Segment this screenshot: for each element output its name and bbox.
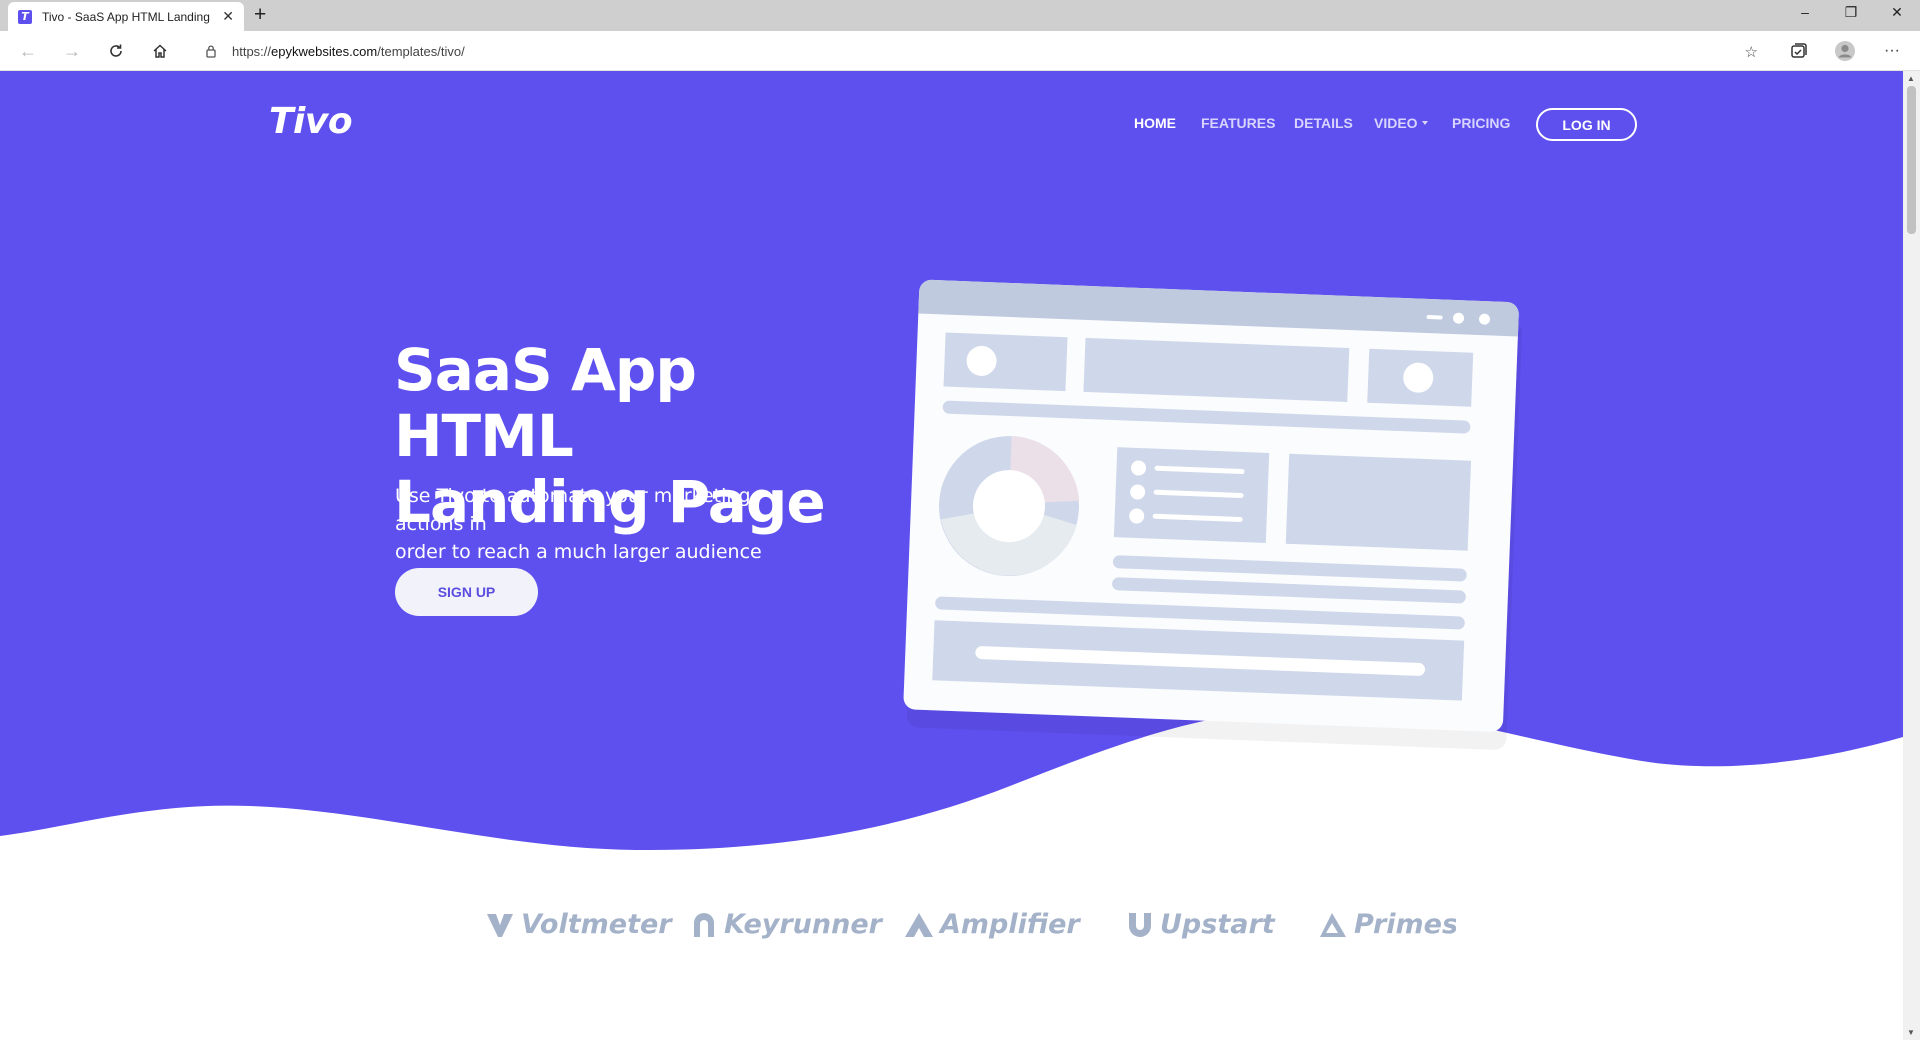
signup-button[interactable]: SIGN UP	[395, 568, 538, 616]
logo-amplifier: Amplifier	[904, 909, 1080, 940]
lock-icon	[206, 45, 216, 58]
nav-video[interactable]: VIDEO	[1374, 115, 1428, 131]
browser-tab-strip: T Tivo - SaaS App HTML Landing P ✕ + – ❐…	[0, 0, 1920, 31]
home-icon[interactable]	[147, 39, 173, 63]
tab-title: Tivo - SaaS App HTML Landing P	[42, 9, 215, 24]
scroll-thumb[interactable]	[1907, 86, 1916, 234]
logo-voltmeter-text: Voltmeter	[521, 909, 672, 940]
nav-pricing[interactable]: PRICING	[1452, 115, 1510, 131]
close-window-icon[interactable]: ✕	[1874, 4, 1920, 21]
logo-voltmeter: Voltmeter	[485, 909, 672, 940]
logo-upstart-text: Upstart	[1160, 909, 1275, 940]
nav-home[interactable]: HOME	[1134, 115, 1176, 131]
login-button[interactable]: LOG IN	[1536, 108, 1637, 141]
logo-primestep-clip: Primeste	[1310, 909, 1456, 969]
address-bar[interactable]: https://epykwebsites.com/templates/tivo/…	[190, 36, 1770, 66]
upstart-logo-icon	[1129, 912, 1151, 937]
minimize-icon[interactable]: –	[1782, 4, 1828, 20]
nav-features[interactable]: FEATURES	[1201, 115, 1275, 131]
page-viewport: Tivo HOME FEATURES DETAILS VIDEO PRICING…	[0, 71, 1903, 1040]
browser-tab[interactable]: T Tivo - SaaS App HTML Landing P ✕	[8, 2, 244, 31]
voltmeter-logo-icon	[487, 913, 513, 937]
logo-upstart: Upstart	[1126, 909, 1275, 940]
tab-close-icon[interactable]: ✕	[222, 8, 234, 25]
amplifier-logo-icon	[905, 912, 933, 937]
more-menu-icon[interactable]: ···	[1880, 39, 1904, 63]
collections-icon[interactable]	[1787, 39, 1811, 63]
dashboard-illustration	[903, 279, 1523, 750]
logo-keyrunner-text: Keyrunner	[724, 909, 882, 940]
url-text: https://epykwebsites.com/templates/tivo/	[232, 43, 465, 59]
logo-primestep: Primeste	[1318, 909, 1456, 940]
browser-toolbar: ← → https://epykwebsites.com/templates/t…	[0, 31, 1920, 71]
keyrunner-logo-icon	[694, 912, 714, 937]
favorites-star-icon[interactable]: ☆	[1745, 43, 1758, 61]
page-scrollbar[interactable]: ▲ ▼	[1903, 71, 1920, 1040]
restore-icon[interactable]: ❐	[1828, 4, 1874, 21]
scroll-up-arrow-icon[interactable]: ▲	[1907, 74, 1915, 83]
scroll-down-arrow-icon[interactable]: ▼	[1907, 1028, 1915, 1037]
brand-logo[interactable]: Tivo	[269, 101, 353, 142]
tivo-favicon-icon: T	[18, 9, 32, 24]
hero-subtitle-line-1: Use Tivo to automate your marketing acti…	[395, 485, 751, 535]
logo-keyrunner: Keyrunner	[690, 909, 882, 940]
logo-amplifier-text: Amplifier	[940, 909, 1080, 940]
forward-arrow-icon[interactable]: →	[59, 39, 85, 63]
hero-section: Tivo HOME FEATURES DETAILS VIDEO PRICING…	[0, 71, 1903, 851]
reload-icon[interactable]	[103, 39, 129, 63]
primestep-logo-icon	[1320, 912, 1346, 937]
hero-subtitle: Use Tivo to automate your marketing acti…	[395, 482, 815, 566]
nav-video-label: VIDEO	[1374, 115, 1418, 131]
new-tab-icon[interactable]: +	[254, 3, 266, 27]
profile-avatar-icon[interactable]	[1833, 39, 1857, 63]
hero-subtitle-line-2: order to reach a much larger audience	[395, 541, 762, 563]
caret-down-icon	[1421, 121, 1428, 125]
nav-details[interactable]: DETAILS	[1294, 115, 1353, 131]
hero-title-line-1: SaaS App HTML	[394, 336, 697, 470]
logo-primestep-text: Primeste	[1354, 909, 1456, 940]
back-arrow-icon[interactable]: ←	[15, 39, 41, 63]
partner-logos: Voltmeter Keyrunner Amplifier Upstart Pr…	[0, 909, 1903, 969]
